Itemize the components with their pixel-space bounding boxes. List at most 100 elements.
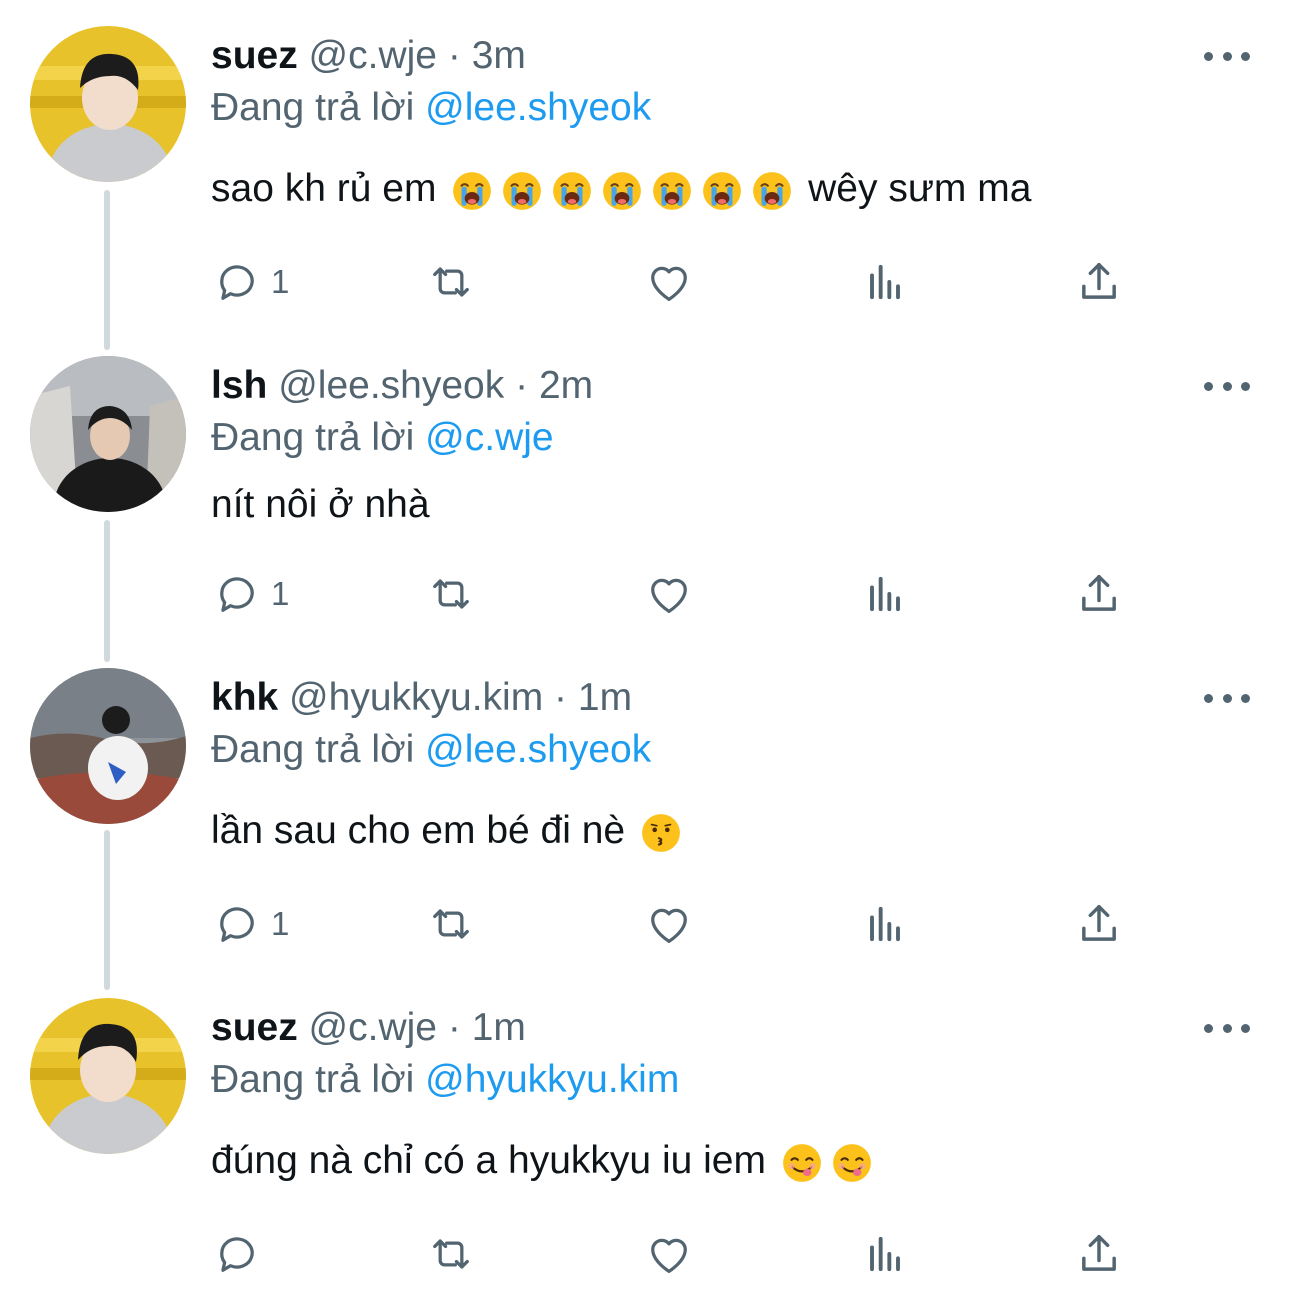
- timestamp[interactable]: 3m: [472, 34, 526, 77]
- tweet-text-main: sao kh rủ em: [211, 167, 437, 210]
- avatar[interactable]: [30, 998, 186, 1154]
- reply-button[interactable]: 1: [211, 566, 289, 622]
- share-button[interactable]: [1073, 566, 1125, 622]
- tweet[interactable]: suez @c.wje · 1m Đang trả lời @hyukkyu.k…: [0, 998, 1290, 1294]
- separator: ·: [554, 676, 568, 719]
- views-icon: [870, 576, 900, 612]
- tweet[interactable]: suez @c.wje · 3m Đang trả lời @lee.shyeo…: [0, 26, 1290, 326]
- like-button[interactable]: [643, 254, 695, 310]
- timestamp[interactable]: 2m: [539, 364, 593, 407]
- retweet-icon: [433, 267, 469, 297]
- share-icon: [1082, 904, 1116, 941]
- more-icon[interactable]: [1204, 1018, 1250, 1038]
- emoji-group: [447, 167, 797, 210]
- action-bar: 1: [211, 896, 1141, 952]
- tweet-text: nít nôi ở nhà: [211, 480, 430, 530]
- emoji-group: [777, 1139, 877, 1182]
- display-name[interactable]: suez: [211, 34, 298, 77]
- tweet-text: lần sau cho em bé đi nè: [211, 806, 686, 856]
- reply-icon: [220, 907, 254, 942]
- separator: ·: [515, 364, 529, 407]
- like-icon: [651, 1238, 687, 1273]
- reply-prefix: Đang trả lời: [211, 86, 415, 129]
- action-bar: 1: [211, 566, 1141, 622]
- retweet-button[interactable]: [425, 1226, 477, 1282]
- like-icon: [651, 578, 687, 613]
- share-icon: [1082, 1234, 1116, 1271]
- reply-mention[interactable]: @hyukkyu.kim: [425, 1058, 679, 1101]
- replying-to: Đang trả lời @hyukkyu.kim: [211, 1056, 679, 1104]
- retweet-button[interactable]: [425, 896, 477, 952]
- retweet-button[interactable]: [425, 254, 477, 310]
- views-button[interactable]: [859, 566, 911, 622]
- more-icon[interactable]: [1204, 46, 1250, 66]
- reply-mention[interactable]: @c.wje: [425, 416, 553, 459]
- user-handle[interactable]: @c.wje: [309, 34, 437, 77]
- crying-face-emoji: [603, 171, 642, 210]
- retweet-button[interactable]: [425, 566, 477, 622]
- tweet-text-main: đúng nà chỉ có a hyukkyu iu iem: [211, 1139, 766, 1182]
- tweet-text-tail: wêy sưm ma: [808, 167, 1032, 210]
- crying-face-emoji: [553, 171, 592, 210]
- crying-face-emoji: [753, 171, 792, 210]
- display-name[interactable]: suez: [211, 1006, 298, 1049]
- like-button[interactable]: [643, 566, 695, 622]
- avatar[interactable]: [30, 668, 186, 824]
- share-icon: [1082, 262, 1116, 299]
- views-icon: [870, 906, 900, 942]
- reply-prefix: Đang trả lời: [211, 416, 415, 459]
- tweet-text: sao kh rủ em wêy sưm ma: [211, 164, 1031, 214]
- like-button[interactable]: [643, 1226, 695, 1282]
- timestamp[interactable]: 1m: [472, 1006, 526, 1049]
- retweet-icon: [433, 909, 469, 939]
- tweet-text: đúng nà chỉ có a hyukkyu iu iem: [211, 1136, 877, 1186]
- reply-icon: [220, 577, 254, 612]
- reply-mention[interactable]: @lee.shyeok: [425, 86, 651, 129]
- tweet-text-main: lần sau cho em bé đi nè: [211, 809, 626, 852]
- like-icon: [651, 908, 687, 943]
- more-icon[interactable]: [1204, 376, 1250, 396]
- reply-icon: [220, 1237, 254, 1272]
- replying-to: Đang trả lời @lee.shyeok: [211, 84, 651, 132]
- retweet-icon: [433, 1239, 469, 1269]
- kissing-face-emoji: [642, 813, 680, 852]
- replying-to: Đang trả lời @lee.shyeok: [211, 726, 651, 774]
- user-photo-suez: [30, 26, 186, 182]
- user-handle[interactable]: @c.wje: [309, 1006, 437, 1049]
- views-button[interactable]: [859, 896, 911, 952]
- user-photo-khk: [30, 668, 186, 824]
- user-photo-suez: [30, 998, 186, 1154]
- crying-face-emoji: [503, 171, 542, 210]
- tweet-text-main: nít nôi ở nhà: [211, 483, 430, 526]
- more-icon[interactable]: [1204, 688, 1250, 708]
- share-button[interactable]: [1073, 896, 1125, 952]
- views-button[interactable]: [859, 254, 911, 310]
- user-photo-lsh: [30, 356, 186, 512]
- reply-count: 1: [271, 575, 290, 612]
- reply-button[interactable]: 1: [211, 254, 289, 310]
- timestamp[interactable]: 1m: [578, 676, 632, 719]
- reply-button[interactable]: [211, 1226, 271, 1282]
- share-button[interactable]: [1073, 254, 1125, 310]
- display-name[interactable]: khk: [211, 676, 278, 719]
- user-handle[interactable]: @lee.shyeok: [278, 364, 504, 407]
- avatar[interactable]: [30, 26, 186, 182]
- separator: ·: [447, 34, 461, 77]
- views-button[interactable]: [859, 1226, 911, 1282]
- emoji-group: [636, 809, 686, 852]
- tweet[interactable]: lsh @lee.shyeok · 2m Đang trả lời @c.wje…: [0, 356, 1290, 656]
- share-button[interactable]: [1073, 1226, 1125, 1282]
- display-name[interactable]: lsh: [211, 364, 267, 407]
- separator: ·: [447, 1006, 461, 1049]
- reply-mention[interactable]: @lee.shyeok: [425, 728, 651, 771]
- like-icon: [651, 266, 687, 301]
- tweet[interactable]: khk @hyukkyu.kim · 1m Đang trả lời @lee.…: [0, 668, 1290, 968]
- reply-prefix: Đang trả lời: [211, 1058, 415, 1101]
- yum-face-emoji: [782, 1143, 821, 1182]
- like-button[interactable]: [643, 896, 695, 952]
- avatar[interactable]: [30, 356, 186, 512]
- crying-face-emoji: [653, 171, 692, 210]
- user-handle[interactable]: @hyukkyu.kim: [289, 676, 543, 719]
- crying-face-emoji: [703, 171, 742, 210]
- reply-button[interactable]: 1: [211, 896, 289, 952]
